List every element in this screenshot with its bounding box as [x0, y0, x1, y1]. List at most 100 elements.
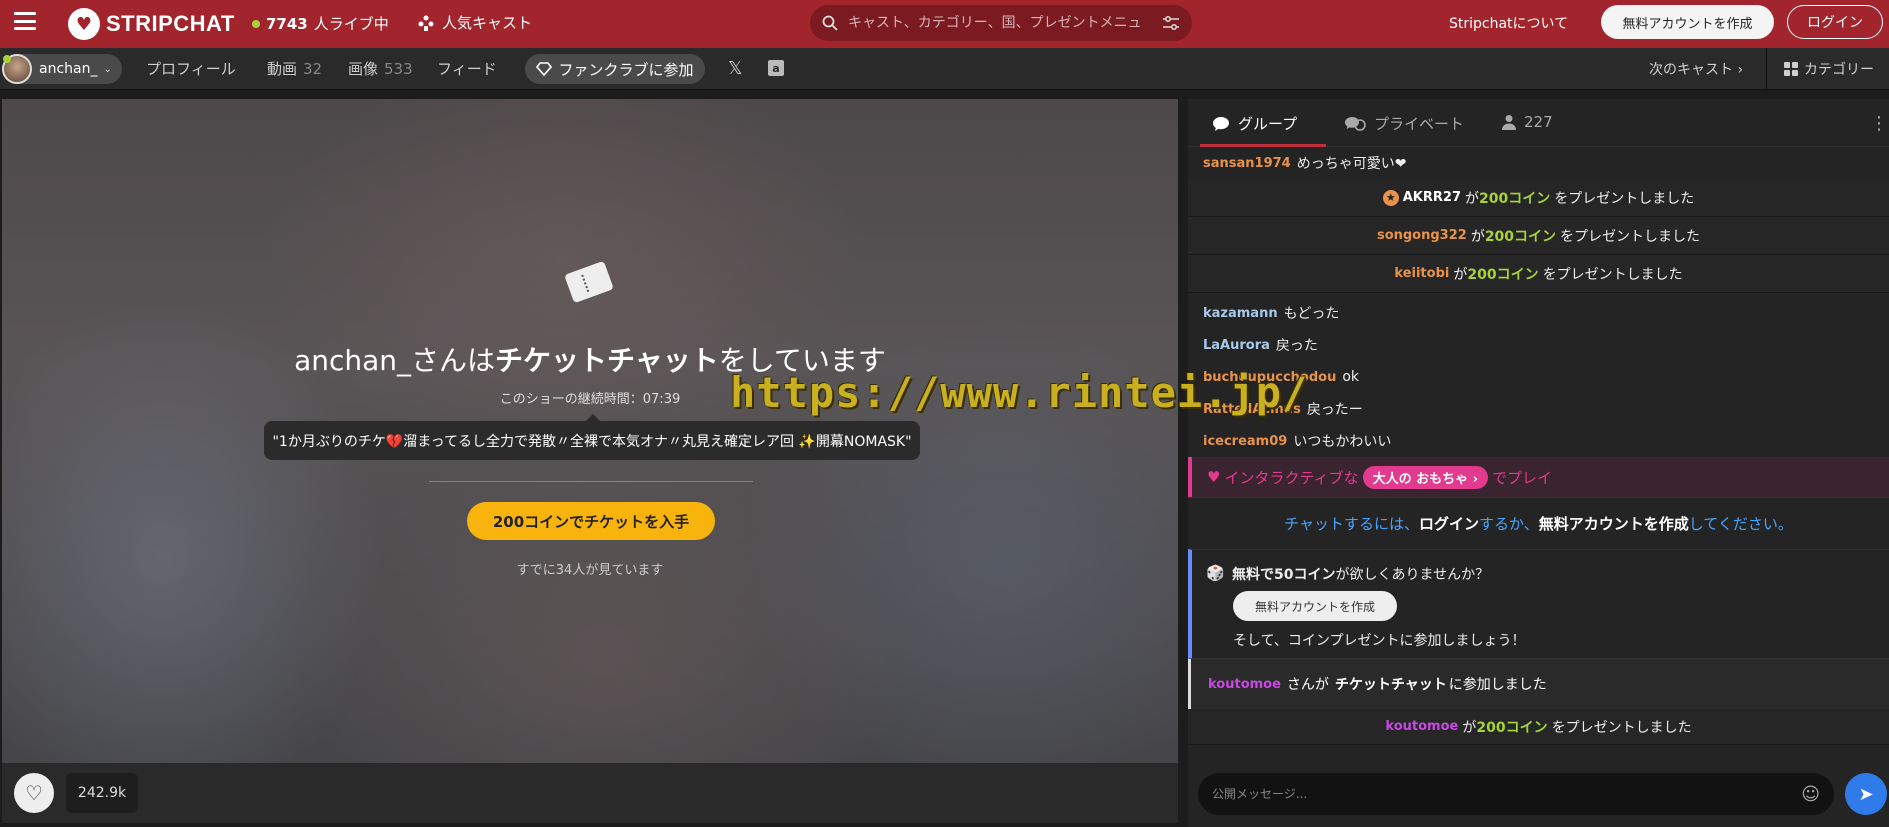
gift-connector: が: [1453, 266, 1468, 283]
chat-message: icecream09 いつもかわいい: [1188, 425, 1889, 457]
menu-icon[interactable]: [14, 12, 36, 30]
tab-group[interactable]: グループ: [1212, 113, 1297, 134]
message-input[interactable]: [1212, 787, 1802, 801]
chat-username[interactable]: koutomoe: [1208, 677, 1281, 692]
emoji-icon[interactable]: ☺: [1801, 784, 1820, 805]
login-note-text: してください。: [1688, 515, 1793, 533]
tab-viewers[interactable]: 227: [1502, 113, 1553, 131]
watermark: https://www.rintei.jp/: [730, 368, 1309, 417]
gift-username[interactable]: koutomoe: [1385, 719, 1458, 734]
gift-username[interactable]: songong322: [1377, 228, 1467, 243]
gift-message: songong322 が 200コイン をプレゼントしました: [1188, 217, 1889, 255]
chat-message: kazamann もどった: [1188, 297, 1889, 329]
chat-username[interactable]: icecream09: [1203, 434, 1287, 449]
gift-coins: 200コイン: [1484, 228, 1557, 245]
ticket-show-overlay: anchan_さんはチケットチャットをしています このショーの継続時間：07:3…: [2, 99, 1178, 763]
search-input[interactable]: [848, 15, 1162, 31]
next-cast-label: 次のキャスト: [1649, 62, 1733, 78]
signup-button[interactable]: 無料アカウントを作成: [1601, 5, 1774, 39]
tab-private-label: プライベート: [1374, 115, 1465, 133]
join-bold: チケットチャット: [1334, 677, 1447, 693]
tab-group-label: グループ: [1238, 115, 1298, 133]
join-text: さんが: [1286, 677, 1329, 693]
gift-coins: 200コイン: [1467, 266, 1539, 283]
next-cast-link[interactable]: 次のキャスト ›: [1649, 59, 1743, 79]
show-title-bold: チケットチャット: [495, 344, 719, 377]
live-count[interactable]: 7743 人ライブ中: [252, 13, 389, 34]
gift-message: ★ AKRR27 が 200コイン をプレゼントしました: [1188, 179, 1889, 217]
divider: [429, 481, 753, 482]
chat-text: ok: [1342, 369, 1360, 385]
private-chat-icon: [1345, 116, 1366, 131]
chat-username[interactable]: LaAurora: [1203, 338, 1270, 353]
join-suffix: に参加しました: [1448, 677, 1547, 693]
search-bar[interactable]: [810, 5, 1192, 41]
logo[interactable]: ♥ STRIPCHAT: [68, 8, 235, 40]
popular-label: 人気キャスト: [442, 14, 533, 32]
chat-tabs: グループ プライベート 227 ⋮: [1188, 99, 1889, 147]
more-icon[interactable]: ⋮: [1870, 113, 1888, 134]
top-bar: ♥ STRIPCHAT 7743 人ライブ中 人気キャスト Stripchatに…: [0, 0, 1889, 48]
category-label: カテゴリー: [1804, 62, 1874, 78]
chevron-down-icon: ⌄: [103, 63, 112, 75]
send-button[interactable]: ➤: [1845, 773, 1887, 815]
filter-icon[interactable]: [1162, 15, 1180, 31]
chat-messages: sansan1974 めっちゃ可愛い❤ ★ AKRR27 が 200コイン をプ…: [1188, 147, 1889, 745]
offer-signup-button[interactable]: 無料アカウントを作成: [1233, 591, 1397, 621]
chat-username[interactable]: kazamann: [1203, 306, 1278, 321]
model-chip[interactable]: anchan_ ⌄: [2, 54, 122, 84]
user-icon: [1502, 115, 1516, 130]
category-button[interactable]: カテゴリー: [1784, 59, 1874, 79]
login-button[interactable]: ログイン: [1787, 5, 1883, 39]
x-icon[interactable]: 𝕏: [728, 58, 743, 79]
chat-text: 戻ったー: [1306, 402, 1363, 418]
gift-username[interactable]: keiitobi: [1394, 266, 1449, 281]
toy-promo[interactable]: ♥ インタラクティブな 大人の おもちゃ › でプレイ: [1188, 457, 1889, 497]
buy-ticket-button[interactable]: 200コインでチケットを入手: [467, 502, 715, 540]
offer-question: 無料で50コインが欲しくありませんか？: [1232, 564, 1889, 584]
diamond-icon: [536, 62, 553, 76]
live-count-number: 7743: [266, 14, 308, 33]
message-composer[interactable]: ☺: [1198, 773, 1834, 815]
login-prompt: チャットするには、 ログイン するか、 無料アカウントを作成 してください。: [1188, 497, 1889, 549]
avatar: [2, 54, 32, 84]
chevron-right-icon: ›: [1737, 62, 1744, 78]
fanclub-button[interactable]: ファンクラブに参加: [525, 54, 705, 84]
videos-count: 32: [303, 60, 323, 78]
fanclub-label: ファンクラブに参加: [558, 60, 694, 79]
promo-tag[interactable]: 大人の おもちゃ ›: [1362, 465, 1488, 489]
live-dot-icon: [252, 19, 260, 28]
offer-footer: そして、コインプレゼントに参加しましょう！: [1233, 633, 1526, 649]
heart-icon[interactable]: ♡: [14, 773, 54, 813]
tab-feed[interactable]: フィード: [437, 58, 497, 79]
tab-videos-label: 動画: [267, 60, 298, 78]
video-player[interactable]: anchan_さんはチケットチャットをしています このショーの継続時間：07:3…: [2, 99, 1178, 763]
tab-profile[interactable]: プロフィール: [146, 58, 236, 79]
tab-images[interactable]: 画像 533: [348, 58, 413, 79]
popular-casts-link[interactable]: 人気キャスト: [418, 12, 532, 33]
model-subbar: anchan_ ⌄ プロフィール 動画 32 画像 533 フィード ファンクラブに…: [0, 48, 1889, 90]
tab-images-label: 画像: [348, 60, 379, 78]
promo-prefix: インタラクティブな: [1224, 468, 1359, 487]
gift-username[interactable]: AKRR27: [1403, 190, 1461, 205]
amazon-icon[interactable]: a: [768, 60, 784, 76]
viewer-count: 227: [1524, 113, 1553, 131]
gift-connector: が: [1462, 719, 1477, 736]
offer-suffix: が欲しくありませんか？: [1335, 567, 1490, 583]
tab-private[interactable]: プライベート: [1344, 113, 1464, 134]
gift-text: をプレゼントしました: [1542, 266, 1683, 283]
tab-videos[interactable]: 動画 32: [267, 58, 322, 79]
chat-username[interactable]: sansan1974: [1203, 156, 1291, 171]
chat-message: LaAurora 戻った: [1188, 329, 1889, 361]
logo-text: STRIPCHAT: [106, 11, 235, 36]
grid-icon: [1784, 62, 1798, 76]
login-link[interactable]: ログイン: [1419, 513, 1479, 534]
signup-link[interactable]: 無料アカウントを作成: [1539, 513, 1689, 534]
about-link[interactable]: Stripchatについて: [1449, 13, 1568, 33]
chat-text: 戻った: [1275, 338, 1318, 354]
login-note-text: するか、: [1479, 515, 1539, 533]
gift-text: をプレゼントしました: [1560, 228, 1701, 245]
logo-icon: ♥: [68, 8, 100, 40]
gift-message: koutomoe が 200コイン をプレゼントしました: [1188, 709, 1889, 745]
live-count-label: 人ライブ中: [313, 15, 389, 33]
